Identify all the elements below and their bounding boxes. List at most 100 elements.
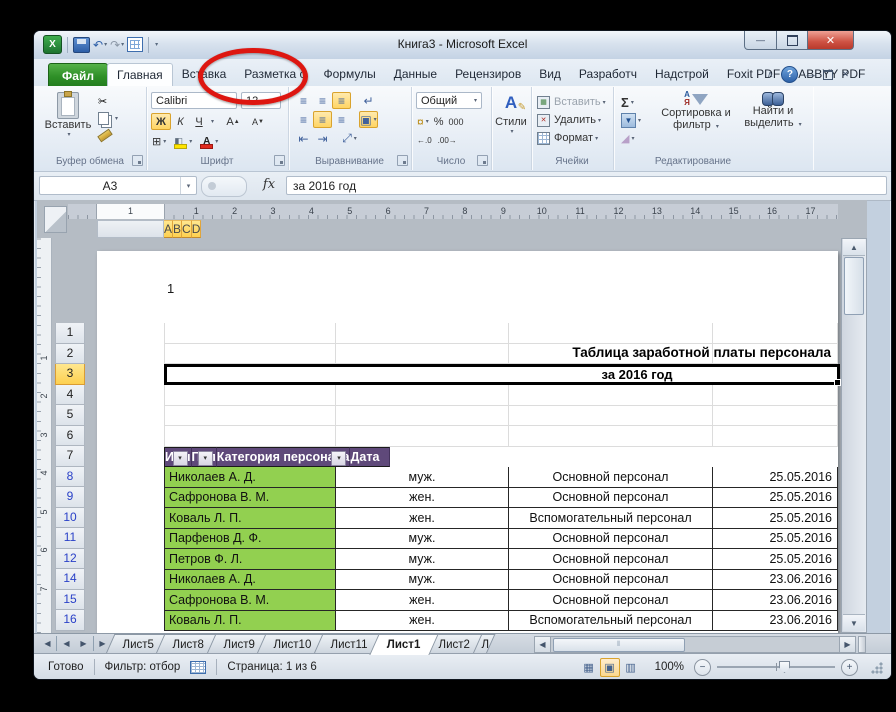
- number-format-combo[interactable]: Общий ▾: [416, 92, 482, 109]
- help-icon[interactable]: ?: [781, 66, 799, 83]
- workbook-restore-icon[interactable]: [823, 69, 834, 80]
- filter-dropdown-button[interactable]: ▾: [197, 450, 213, 466]
- row-header[interactable]: 1: [55, 323, 85, 344]
- cell-category[interactable]: Основной персонал: [509, 569, 713, 590]
- row-header[interactable]: 10: [55, 507, 85, 528]
- wrap-text-button[interactable]: ↵: [359, 92, 378, 109]
- table-header-cell[interactable]: Имя ▾: [164, 446, 192, 467]
- ribbon-tab[interactable]: Главная: [107, 63, 173, 86]
- close-button[interactable]: ✕: [808, 31, 854, 50]
- prev-sheet-button[interactable]: ◀: [59, 636, 74, 651]
- styles-button[interactable]: А ✎ Стили ▾: [495, 93, 527, 135]
- italic-button[interactable]: К: [172, 113, 189, 130]
- align-top-button[interactable]: ≡: [294, 92, 313, 109]
- ribbon-tab[interactable]: Рецензиров: [446, 63, 530, 86]
- bold-button[interactable]: Ж: [151, 113, 171, 130]
- cell-category[interactable]: Основной персонал: [509, 590, 713, 611]
- cell-date[interactable]: 25.05.2016: [713, 549, 838, 570]
- table-row[interactable]: Парфенов Д. Ф. муж. Основной персонал 25…: [164, 528, 840, 549]
- empty-row-4[interactable]: [164, 385, 840, 406]
- title-row[interactable]: Таблица заработной платы персонала: [164, 343, 840, 364]
- row-header[interactable]: 14: [55, 569, 85, 590]
- row-header[interactable]: 6: [55, 425, 85, 446]
- dialog-launcher-icon[interactable]: [397, 155, 408, 166]
- horizontal-scroll-thumb[interactable]: ⦀: [553, 637, 685, 652]
- fill-color-button[interactable]: ◧ ▾: [173, 133, 193, 150]
- name-box[interactable]: A3 ▾: [39, 176, 197, 195]
- scroll-up-button[interactable]: ▲: [843, 239, 865, 256]
- cell-name[interactable]: Петров Ф. Л.: [164, 549, 336, 570]
- cell-category[interactable]: Вспомогательный персонал: [509, 610, 713, 631]
- cell-name[interactable]: Коваль Л. П.: [164, 610, 336, 631]
- dialog-launcher-icon[interactable]: [477, 155, 488, 166]
- ribbon-tab[interactable]: Формулы: [315, 63, 385, 86]
- accounting-format-button[interactable]: ¤ ▾: [416, 113, 430, 130]
- workbook-close-icon[interactable]: ✕: [841, 69, 849, 80]
- decrease-font-button[interactable]: А ▼: [246, 113, 270, 130]
- filter-dropdown-button[interactable]: ▾: [172, 450, 188, 466]
- workbook-minimize-icon[interactable]: —: [806, 70, 815, 80]
- borders-button[interactable]: ⊞ ▾: [151, 133, 167, 150]
- ribbon-tab[interactable]: Разработч: [570, 63, 646, 86]
- cell-gender[interactable]: жен.: [336, 508, 509, 529]
- format-painter-button[interactable]: [97, 127, 118, 144]
- insert-function-button[interactable]: fx: [256, 177, 282, 192]
- cell-gender[interactable]: муж.: [336, 549, 509, 570]
- find-select-button[interactable]: Найти и выделить ▾: [737, 91, 809, 131]
- zoom-slider[interactable]: [717, 661, 835, 673]
- insert-cells-button[interactable]: ▦ Вставить ▾: [537, 93, 606, 111]
- filter-dropdown-button[interactable]: ▾: [331, 450, 347, 466]
- selected-cell-a3[interactable]: за 2016 год: [164, 364, 841, 386]
- view-page-break-button[interactable]: ▥: [621, 658, 641, 677]
- align-left-button[interactable]: ≡: [294, 111, 313, 128]
- restore-button[interactable]: [777, 31, 808, 50]
- macro-record-icon[interactable]: [190, 660, 207, 674]
- table-header-cell[interactable]: Дата ▾: [350, 446, 391, 467]
- zoom-slider-handle[interactable]: [779, 661, 790, 673]
- cell-gender[interactable]: жен.: [336, 487, 509, 508]
- cell-date[interactable]: 25.05.2016: [713, 508, 838, 529]
- ribbon-tab[interactable]: Надстрой: [646, 63, 718, 86]
- row-header[interactable]: 4: [55, 384, 85, 405]
- decrease-decimal-button[interactable]: .00→: [437, 132, 458, 149]
- empty-row-5[interactable]: [164, 405, 840, 426]
- row-header[interactable]: 16: [55, 610, 85, 631]
- resize-grip[interactable]: [870, 660, 883, 674]
- row-header[interactable]: 5: [55, 405, 85, 426]
- sort-filter-button[interactable]: АЯ Сортировка и фильтр ▾: [657, 91, 735, 133]
- orientation-button[interactable]: ⤢ ▾: [340, 130, 359, 147]
- select-all-corner[interactable]: [44, 206, 67, 233]
- formula-input[interactable]: за 2016 год: [286, 176, 887, 195]
- table-row[interactable]: Николаев А. Д. муж. Основной персонал 25…: [164, 467, 840, 488]
- fill-button[interactable]: ▼ ▾: [621, 111, 641, 129]
- align-center-button[interactable]: ≡: [313, 111, 332, 128]
- cell-date[interactable]: 23.06.2016: [713, 590, 838, 611]
- comma-style-button[interactable]: 000: [447, 113, 464, 130]
- row-header[interactable]: 12: [55, 548, 85, 569]
- horizontal-scroll-track[interactable]: ⦀: [551, 635, 839, 653]
- sheet-tab[interactable]: Лист1: [369, 634, 439, 655]
- row-header[interactable]: 15: [55, 589, 85, 610]
- delete-cells-button[interactable]: ✕ Удалить ▾: [537, 111, 606, 129]
- table-row[interactable]: Коваль Л. П. жен. Вспомогательный персон…: [164, 610, 840, 631]
- empty-row-1[interactable]: [164, 323, 840, 344]
- row-header[interactable]: 11: [55, 528, 85, 549]
- cell-date[interactable]: 25.05.2016: [713, 467, 838, 488]
- zoom-level[interactable]: 100%: [655, 661, 684, 673]
- dialog-launcher-icon[interactable]: [274, 155, 285, 166]
- row-header[interactable]: 7: [55, 446, 85, 467]
- cell-name[interactable]: Сафронова В. М.: [164, 487, 336, 508]
- underline-button[interactable]: Ч: [190, 113, 208, 130]
- cell-name[interactable]: Николаев А. Д.: [164, 569, 336, 590]
- align-right-button[interactable]: ≡: [332, 111, 351, 128]
- cell-gender[interactable]: жен.: [336, 610, 509, 631]
- copy-button[interactable]: ▾: [98, 110, 118, 127]
- minimize-ribbon-icon[interactable]: ∧: [767, 69, 774, 80]
- cut-button[interactable]: ✂: [98, 93, 118, 110]
- cell-category[interactable]: Основной персонал: [509, 487, 713, 508]
- table-row[interactable]: Николаев А. Д. муж. Основной персонал 23…: [164, 569, 840, 590]
- column-header[interactable]: A: [164, 220, 174, 238]
- cell-date[interactable]: 23.06.2016: [713, 569, 838, 590]
- row-header[interactable]: 2: [55, 343, 85, 364]
- table-row[interactable]: Коваль Л. П. жен. Вспомогательный персон…: [164, 508, 840, 529]
